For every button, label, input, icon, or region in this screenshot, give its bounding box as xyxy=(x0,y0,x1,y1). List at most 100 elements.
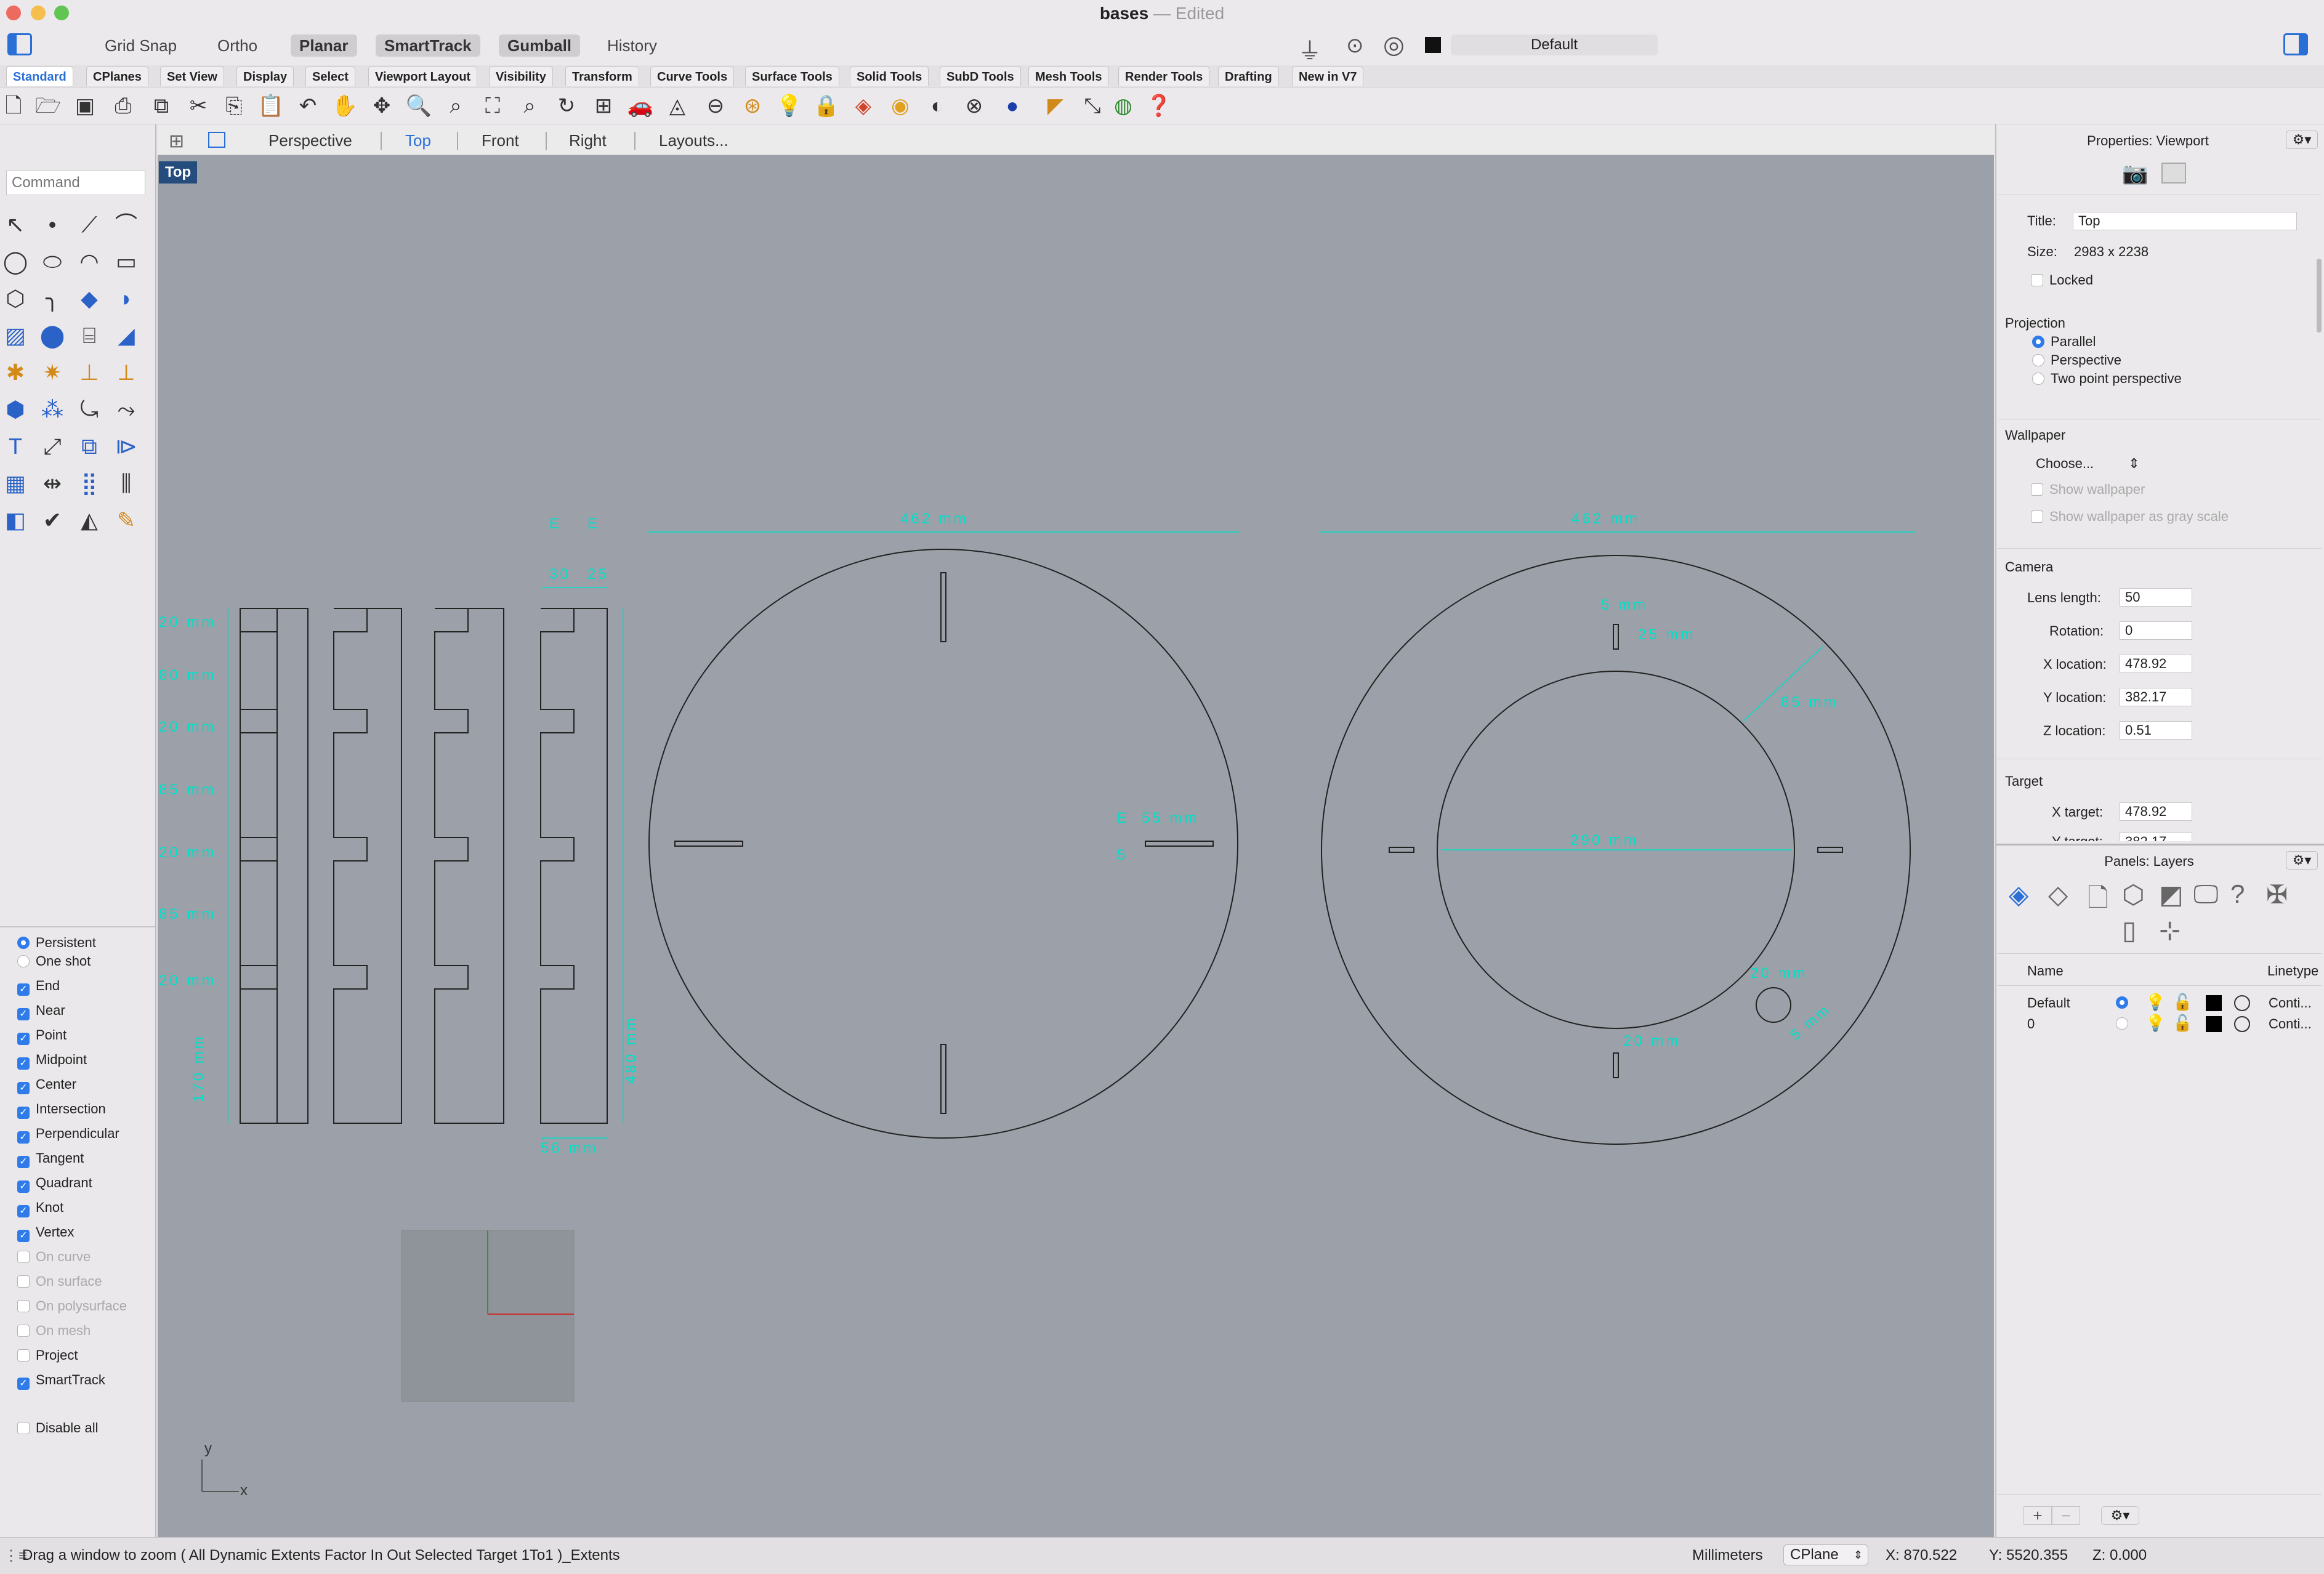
record-icon[interactable]: ⊙ xyxy=(1346,33,1364,58)
osnap-point[interactable]: ✓ Point xyxy=(17,1025,67,1046)
osnap-near[interactable]: ✓ Near xyxy=(17,1000,65,1021)
osnap-checkbox[interactable]: ✓ xyxy=(17,1057,30,1070)
persistent-radio[interactable] xyxy=(17,937,30,949)
extend-tool-icon[interactable]: ⤳ xyxy=(111,394,142,425)
locked-option[interactable]: Locked xyxy=(2031,272,2093,288)
analyze-tool-icon[interactable]: ◭ xyxy=(74,505,105,536)
car-icon[interactable]: 🚗 xyxy=(627,92,654,119)
array-tool-icon[interactable]: ⣿ xyxy=(74,468,105,499)
osnap-end[interactable]: ✓ End xyxy=(17,975,60,996)
gear-tool-icon[interactable]: ✱ xyxy=(0,357,31,388)
globe-icon[interactable]: ◍ xyxy=(1110,92,1137,119)
explode-tool-icon[interactable]: ✷ xyxy=(37,357,68,388)
page-icon[interactable]: ▯ xyxy=(2122,915,2136,945)
named-view-icon[interactable]: ◩ xyxy=(2159,879,2184,910)
lock-layer-icon[interactable]: 🔓 xyxy=(2173,993,2192,1012)
circle-tool-icon[interactable]: ◯ xyxy=(0,246,31,277)
copy-tool-icon[interactable]: ⧉ xyxy=(74,431,105,462)
zoom-window-icon[interactable]: ⌕ xyxy=(442,92,469,119)
bulb-icon[interactable]: 💡 xyxy=(2145,993,2165,1012)
proj-parallel[interactable]: Parallel xyxy=(2032,334,2096,350)
document-icon[interactable]: 🗋 xyxy=(2088,879,2108,923)
osnap-disable-all[interactable]: Disable all xyxy=(17,1418,99,1439)
help-icon[interactable]: ❓ xyxy=(1145,92,1172,119)
render-mesh-icon[interactable]: ⊗ xyxy=(961,92,988,119)
tab-curve-tools[interactable]: Curve Tools xyxy=(650,67,735,86)
current-layer-radio[interactable] xyxy=(2116,996,2128,1009)
zloc-input[interactable]: 0.51 xyxy=(2120,721,2192,740)
tab-viewport-layout[interactable]: Viewport Layout xyxy=(368,67,478,86)
cplane-select[interactable]: CPlane ⇕ xyxy=(1783,1544,1868,1565)
surface-tool-icon[interactable]: ◆ xyxy=(74,283,105,314)
osnap-checkbox[interactable]: ✓ xyxy=(17,1205,30,1217)
tab-select[interactable]: Select xyxy=(305,67,355,86)
lens-input[interactable]: 50 xyxy=(2120,588,2192,607)
osnap-smarttrack[interactable]: ✓ SmartTrack xyxy=(17,1370,105,1390)
mode-smarttrack[interactable]: SmartTrack xyxy=(376,34,480,57)
arc-tool-icon[interactable]: ◠ xyxy=(74,246,105,277)
osnap-midpoint[interactable]: ✓ Midpoint xyxy=(17,1049,87,1070)
display-icon[interactable]: 🖵 xyxy=(2193,879,2219,910)
current-layer-select[interactable]: Default xyxy=(1451,34,1658,55)
layer-color-swatch[interactable] xyxy=(1425,37,1441,53)
zoom-extents-icon[interactable]: ⛶ xyxy=(479,92,506,119)
mode-gumball[interactable]: Gumball xyxy=(499,34,581,57)
xtarget-input[interactable]: 478.92 xyxy=(2120,802,2192,821)
rotate-icon[interactable]: ↻ xyxy=(553,92,580,119)
color-wheel-icon[interactable]: ◉ xyxy=(887,92,914,119)
help-panel-icon[interactable]: ? xyxy=(2230,879,2245,909)
tab-solid-tools[interactable]: Solid Tools xyxy=(850,67,929,86)
osnap-checkbox[interactable] xyxy=(17,1349,30,1362)
layers-col-name[interactable]: Name xyxy=(2027,963,2064,979)
pan-icon[interactable]: ✋ xyxy=(331,92,358,119)
open-file-icon[interactable]: 🗁 xyxy=(34,92,62,119)
mode-grid-snap[interactable]: Grid Snap xyxy=(96,34,185,57)
plane-tool-icon[interactable]: ◢ xyxy=(111,320,142,351)
oneshot-radio[interactable] xyxy=(17,955,30,967)
select-tool-icon[interactable]: ↖ xyxy=(0,209,31,240)
tab-transform[interactable]: Transform xyxy=(565,67,639,86)
osnap-checkbox[interactable]: ✓ xyxy=(17,1107,30,1119)
dimension-tool-icon[interactable]: ⇹ xyxy=(37,468,68,499)
boolean-tool-icon[interactable]: ⬤ xyxy=(37,320,68,351)
osnap-checkbox[interactable]: ✓ xyxy=(17,1180,30,1193)
rotation-input[interactable]: 0 xyxy=(2120,621,2192,640)
fillet-tool-icon[interactable]: ╮ xyxy=(37,283,68,314)
xloc-input[interactable]: 478.92 xyxy=(2120,655,2192,673)
tab-mesh-tools[interactable]: Mesh Tools xyxy=(1028,67,1109,86)
layer-states-icon[interactable]: ◇ xyxy=(2048,879,2068,910)
mirror-tool-icon[interactable]: ⧐ xyxy=(111,431,142,462)
osnap-checkbox[interactable]: ✓ xyxy=(17,1378,30,1390)
current-layer-radio[interactable] xyxy=(2116,1017,2128,1030)
layer-color[interactable] xyxy=(2206,995,2222,1011)
tab-surface-tools[interactable]: Surface Tools xyxy=(745,67,839,86)
layer-row[interactable]: Default 💡 🔓 Conti... xyxy=(1998,993,2322,1014)
mode-planar[interactable]: Planar xyxy=(291,34,357,57)
rotate-view-icon[interactable]: ✥ xyxy=(368,92,395,119)
import-icon[interactable]: ⧉ xyxy=(148,92,175,119)
filter-icon[interactable]: ⏚ xyxy=(1298,32,1321,66)
viewport-drawing[interactable]: 462 mm 462 mm E E 30 25 20 mm 80 mm 20 m… xyxy=(158,155,1994,1537)
move-tool-icon[interactable]: ⤢ xyxy=(37,431,68,462)
wallpaper-choose[interactable]: Choose... ⇕ xyxy=(2036,456,2140,472)
arrow-tool-icon[interactable]: ⤡ xyxy=(1079,92,1106,119)
osnap-quadrant[interactable]: ✓ Quadrant xyxy=(17,1172,92,1193)
osnap-panel-icon[interactable]: ⊹ xyxy=(2159,915,2181,945)
disable-all-checkbox[interactable] xyxy=(17,1422,30,1434)
proj-two-point[interactable]: Two point perspective xyxy=(2032,371,2182,387)
osnap-checkbox[interactable]: ✓ xyxy=(17,983,30,996)
osnap-tangent[interactable]: ✓ Tangent xyxy=(17,1148,84,1169)
zoom-selected-icon[interactable]: ⌕ xyxy=(516,92,543,119)
polygon-tool-icon[interactable]: ⬡ xyxy=(0,283,31,314)
layer-material[interactable] xyxy=(2234,995,2250,1011)
materials-icon[interactable]: ◈ xyxy=(850,92,877,119)
tab-top[interactable]: Top xyxy=(405,131,431,150)
trim-tool-icon[interactable]: ⊥ xyxy=(74,357,105,388)
drafting-tool-icon[interactable]: ✎ xyxy=(111,505,142,536)
join-tool-icon[interactable]: ⁂ xyxy=(37,394,68,425)
layout-tool-icon[interactable]: ◧ xyxy=(0,505,31,536)
layer-color[interactable] xyxy=(2206,1016,2222,1032)
tab-front[interactable]: Front xyxy=(482,131,519,150)
osnap-checkbox[interactable]: ✓ xyxy=(17,1131,30,1144)
tools-icon[interactable]: ✠ xyxy=(2266,879,2288,910)
